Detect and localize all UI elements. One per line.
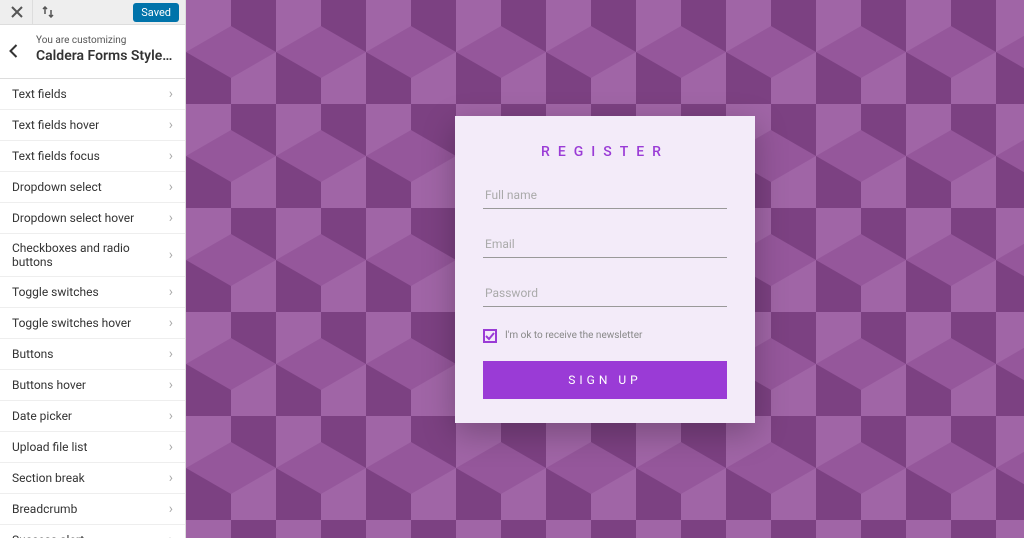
menu-item-label: Text fields hover: [12, 118, 99, 132]
chevron-right-icon: ›: [169, 315, 173, 331]
menu-item-date-picker[interactable]: Date picker ›: [0, 401, 185, 432]
menu-item-dropdown-select-hover[interactable]: Dropdown select hover ›: [0, 203, 185, 234]
password-field[interactable]: [483, 280, 727, 307]
menu-item-section-break[interactable]: Section break ›: [0, 463, 185, 494]
chevron-right-icon: ›: [169, 284, 173, 300]
chevron-right-icon: ›: [169, 148, 173, 164]
chevron-right-icon: ›: [169, 346, 173, 362]
chevron-right-icon: ›: [169, 408, 173, 424]
chevron-right-icon: ›: [169, 439, 173, 455]
chevron-right-icon: ›: [169, 470, 173, 486]
menu-item-label: Checkboxes and radio buttons: [12, 241, 169, 269]
menu-item-text-fields[interactable]: Text fields ›: [0, 79, 185, 110]
device-toggle-icon[interactable]: [37, 1, 59, 23]
preview-pane: REGISTER I'm ok to receive the newslette…: [186, 0, 1024, 538]
chevron-right-icon: ›: [169, 532, 173, 538]
menu-item-upload-file-list[interactable]: Upload file list ›: [0, 432, 185, 463]
email-field[interactable]: [483, 231, 727, 258]
signup-button[interactable]: SIGN UP: [483, 361, 727, 399]
menu-item-text-fields-hover[interactable]: Text fields hover ›: [0, 110, 185, 141]
customizer-sidebar: Saved You are customizing Caldera Forms …: [0, 0, 186, 538]
newsletter-label: I'm ok to receive the newsletter: [505, 330, 642, 341]
chevron-right-icon: ›: [169, 501, 173, 517]
menu-item-label: Buttons: [12, 347, 54, 361]
menu-item-buttons-hover[interactable]: Buttons hover ›: [0, 370, 185, 401]
menu-item-label: Text fields focus: [12, 149, 100, 163]
close-icon[interactable]: [6, 1, 28, 23]
chevron-right-icon: ›: [169, 117, 173, 133]
top-bar: Saved: [0, 0, 185, 25]
menu-item-success-alert[interactable]: Success alert ›: [0, 525, 185, 538]
fullname-field[interactable]: [483, 182, 727, 209]
menu-item-label: Breadcrumb: [12, 502, 77, 516]
menu-item-toggle-switches[interactable]: Toggle switches ›: [0, 277, 185, 308]
menu-item-checkboxes-radio[interactable]: Checkboxes and radio buttons›: [0, 234, 185, 277]
register-card: REGISTER I'm ok to receive the newslette…: [455, 116, 755, 423]
menu-item-label: Upload file list: [12, 440, 87, 454]
chevron-right-icon: ›: [169, 377, 173, 393]
newsletter-checkbox[interactable]: [483, 329, 497, 343]
menu-item-toggle-switches-hover[interactable]: Toggle switches hover ›: [0, 308, 185, 339]
form-title: REGISTER: [483, 144, 727, 160]
menu-item-label: Buttons hover: [12, 378, 86, 392]
back-button[interactable]: [8, 43, 19, 63]
divider: [32, 0, 33, 25]
panel-title: Caldera Forms Style C...: [36, 48, 173, 64]
menu-item-text-fields-focus[interactable]: Text fields focus ›: [0, 141, 185, 172]
chevron-right-icon: ›: [169, 179, 173, 195]
panel-header: You are customizing Caldera Forms Style …: [0, 25, 185, 79]
menu-item-label: Date picker: [12, 409, 72, 423]
menu-item-label: Toggle switches hover: [12, 316, 131, 330]
menu-item-breadcrumb[interactable]: Breadcrumb ›: [0, 494, 185, 525]
menu-item-label: Dropdown select hover: [12, 211, 134, 225]
menu-item-label: Text fields: [12, 87, 67, 101]
customizing-label: You are customizing: [36, 35, 173, 46]
settings-menu: Text fields › Text fields hover › Text fie…: [0, 79, 185, 538]
chevron-right-icon: ›: [169, 210, 173, 226]
newsletter-row: I'm ok to receive the newsletter: [483, 329, 727, 343]
menu-item-label: Toggle switches: [12, 285, 99, 299]
menu-item-label: Section break: [12, 471, 85, 485]
menu-item-label: Success alert: [12, 533, 84, 538]
chevron-right-icon: ›: [169, 86, 173, 102]
chevron-right-icon: ›: [169, 247, 173, 263]
saved-badge: Saved: [133, 3, 179, 22]
menu-item-buttons[interactable]: Buttons ›: [0, 339, 185, 370]
menu-item-dropdown-select[interactable]: Dropdown select ›: [0, 172, 185, 203]
menu-item-label: Dropdown select: [12, 180, 102, 194]
